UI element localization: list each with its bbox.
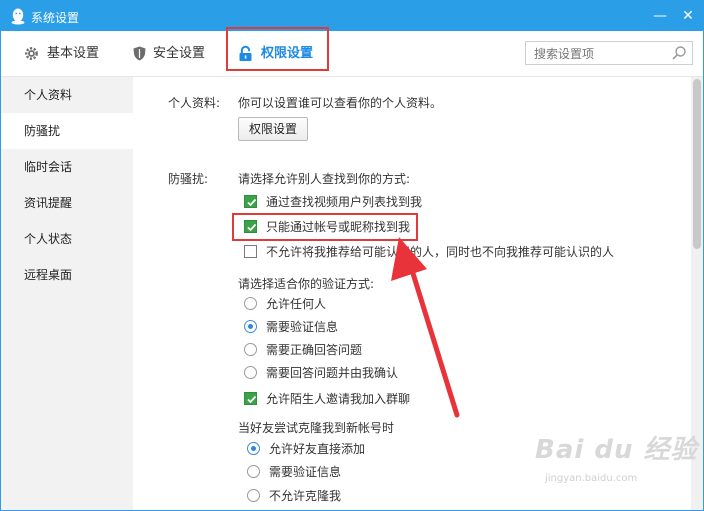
settings-window: 系统设置 — ✕ 基本设置 安全设置 权限设置 搜索设置项 个人资料 防骚扰 临… [0, 0, 704, 511]
harass-section-label: 防骚扰: [168, 172, 209, 186]
find-option-label: 不允许将我推荐给可能认识的人，同时也不向我推荐可能认识的人 [266, 245, 615, 259]
sidebar-item-profile[interactable]: 个人资料 [1, 77, 133, 113]
close-button[interactable]: ✕ [677, 5, 699, 27]
checkbox-checked[interactable] [244, 195, 257, 208]
checkbox-checked[interactable] [244, 392, 257, 405]
search-icon[interactable] [671, 45, 687, 61]
radio-unselected[interactable] [247, 489, 260, 502]
find-methods-prompt: 请选择允许别人查找到你的方式: [238, 172, 411, 186]
sidebar-item-personal-status[interactable]: 个人状态 [1, 221, 133, 257]
top-navigation: 基本设置 安全设置 权限设置 [1, 27, 703, 77]
radio-selected[interactable] [247, 442, 260, 455]
stranger-group-invite-label: 允许陌生人邀请我加入群聊 [266, 392, 411, 406]
sidebar-item-temp-chat[interactable]: 临时会话 [1, 149, 133, 185]
search-box[interactable] [525, 41, 693, 65]
find-option-label: 只能通过帐号或昵称找到我 [266, 220, 411, 234]
gear-icon [25, 47, 38, 60]
clone-option-label: 不允许克隆我 [269, 489, 342, 503]
search-input[interactable] [532, 45, 670, 63]
verify-option-label: 需要验证信息 [266, 320, 339, 334]
watermark-url: jingyan.baidu.com [545, 473, 638, 484]
verify-option-label: 需要正确回答问题 [266, 343, 363, 357]
clone-option-label: 需要验证信息 [269, 465, 342, 479]
radio-unselected[interactable] [244, 297, 257, 310]
qq-penguin-icon [11, 8, 25, 25]
verify-methods-prompt: 请选择适合你的验证方式: [238, 277, 375, 291]
verify-option-label: 需要回答问题并由我确认 [266, 366, 399, 380]
tab-security-settings-label: 安全设置 [153, 46, 206, 61]
sidebar-item-anti-harassment[interactable]: 防骚扰 [1, 113, 133, 149]
sidebar-item-remote-desktop[interactable]: 远程桌面 [1, 257, 133, 293]
profile-permission-button[interactable]: 权限设置 [238, 117, 309, 141]
profile-section-label: 个人资料: [168, 96, 221, 110]
title-bar[interactable]: 系统设置 — ✕ [1, 1, 703, 31]
radio-selected[interactable] [244, 320, 257, 333]
radio-unselected[interactable] [247, 465, 260, 478]
tab-permission-settings-label: 权限设置 [261, 46, 314, 61]
shield-icon [133, 46, 146, 61]
watermark-brand: Bai du 经验 [535, 435, 698, 465]
radio-unselected[interactable] [244, 343, 257, 356]
tab-basic-settings-label: 基本设置 [47, 46, 100, 61]
checkbox-unchecked[interactable] [244, 245, 257, 258]
minimize-button[interactable]: — [649, 5, 671, 27]
baidu-watermark: Bai du 经验 jingyan.baidu.com [535, 429, 698, 491]
radio-unselected[interactable] [244, 366, 257, 379]
sidebar-item-news-alerts[interactable]: 资讯提醒 [1, 185, 133, 221]
lock-icon [239, 45, 252, 61]
window-title: 系统设置 [31, 11, 80, 25]
clone-option-label: 允许好友直接添加 [269, 442, 366, 456]
tab-basic-settings[interactable]: 基本设置 [23, 31, 113, 76]
clone-prompt: 当好友尝试克隆我到新帐号时 [238, 421, 395, 435]
checkbox-checked[interactable] [244, 220, 257, 233]
scrollbar-thumb[interactable] [693, 79, 701, 249]
sidebar: 个人资料 防骚扰 临时会话 资讯提醒 个人状态 远程桌面 [1, 77, 133, 510]
find-option-label: 通过查找视频用户列表找到我 [266, 195, 423, 209]
verify-option-label: 允许任何人 [266, 297, 327, 311]
profile-description: 你可以设置谁可以查看你的个人资料。 [238, 96, 443, 110]
tab-security-settings[interactable]: 安全设置 [131, 31, 221, 76]
tab-permission-settings[interactable]: 权限设置 [237, 31, 327, 76]
